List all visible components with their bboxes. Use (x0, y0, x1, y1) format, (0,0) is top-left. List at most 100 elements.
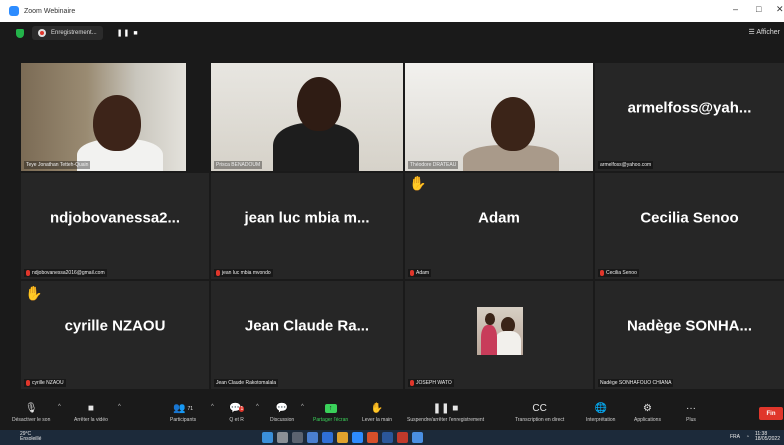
muted-mic-icon (410, 380, 414, 386)
pdf-icon[interactable] (397, 432, 408, 443)
qa-button[interactable]: 💬 1 Q et R (229, 402, 245, 423)
muted-mic-icon (26, 270, 30, 276)
profile-head-1 (485, 313, 495, 325)
raised-hand-icon: ✋ (409, 175, 427, 191)
muted-mic-icon (600, 270, 604, 276)
security-shield-icon (16, 28, 24, 38)
participants-options-caret[interactable]: ^ (211, 404, 214, 410)
recording-icon (38, 29, 46, 37)
video-options-caret[interactable]: ^ (118, 404, 121, 410)
participant-name-tag: Théodore DRATEAU (408, 161, 459, 169)
task-view-icon[interactable] (292, 432, 303, 443)
profile-picture (477, 307, 523, 355)
participant-name-tag: armelfoss@yahoo.com (598, 161, 654, 169)
pause-stop-icon: ❚❚ ■ (432, 403, 459, 414)
participants-icon: 👥 71 (173, 403, 194, 414)
thumb-tile-joseph[interactable]: JOSEPH WATO (405, 281, 593, 389)
maximize-button[interactable]: □ (756, 4, 761, 14)
more-button[interactable]: ··· Plus (686, 402, 696, 423)
end-meeting-button[interactable]: Fin (759, 407, 783, 420)
participant-name-tag: Teye Jonathan Tetteh-Quain (24, 161, 91, 169)
muted-mic-icon (26, 380, 30, 386)
zoom-app-icon[interactable] (352, 432, 363, 443)
clock[interactable]: 11:38 18/05/2022 (755, 432, 780, 442)
window-title: Zoom Webinaire (24, 7, 76, 15)
minimize-button[interactable]: – (733, 4, 738, 14)
office-icon[interactable] (367, 432, 378, 443)
raise-hand-button[interactable]: ✋ Lever la main (362, 402, 392, 423)
participant-head (491, 97, 535, 151)
mute-options-caret[interactable]: ^ (58, 404, 61, 410)
zoom-window: Zoom Webinaire – □ ✕ Enregistrement... ❚… (0, 0, 784, 445)
chat-app-icon[interactable] (307, 432, 318, 443)
participant-name-tag: Nadège SONHAFOUO CHIANA (598, 379, 674, 387)
app-icon[interactable] (412, 432, 423, 443)
live-transcript-button[interactable]: CC Transcription en direct (515, 402, 564, 423)
title-bar: Zoom Webinaire – □ ✕ (0, 0, 784, 22)
meeting-toolbar: 🎙 Désactiver le son ^ ■ Arrêter la vidéo… (0, 399, 784, 430)
video-camera-icon: ■ (87, 403, 94, 414)
recording-indicator: Enregistrement... (32, 26, 103, 40)
chat-button[interactable]: 💬 Discussion (270, 402, 294, 423)
view-button[interactable]: ☰ Afficher (749, 28, 780, 36)
wifi-icon[interactable]: ◔ (746, 434, 749, 440)
participant-display-name: ndjobovanessa2... (49, 209, 181, 227)
participant-display-name: jean luc mbia m... (244, 209, 370, 227)
more-dots-icon: ··· (686, 403, 696, 414)
interpretation-button[interactable]: 🌐 Interprétation (586, 402, 615, 423)
search-icon[interactable] (277, 432, 288, 443)
apps-button[interactable]: ⚙ Applications (634, 402, 661, 423)
system-tray: FRA ◔ 11:38 18/05/2022 (730, 432, 780, 442)
participant-display-name: Nadège SONHA... (626, 317, 753, 335)
participant-display-name: Jean Claude Ra... (244, 317, 370, 335)
name-tile-armel[interactable]: armelfoss@yah... armelfoss@yahoo.com (595, 63, 784, 171)
os-taskbar: 29°C Ensoleillé FRA ◔ 11:38 18/05/2022 (0, 430, 784, 445)
participant-display-name: cyrille NZAOU (64, 317, 166, 335)
edge-icon[interactable] (322, 432, 333, 443)
word-icon[interactable] (382, 432, 393, 443)
chat-options-caret[interactable]: ^ (301, 404, 304, 410)
name-tile-jeanclaude[interactable]: Jean Claude Ra... Jean Claude Rakotomala… (211, 281, 403, 389)
video-tile-teye[interactable]: Teye Jonathan Tetteh-Quain (21, 63, 186, 171)
name-tile-nadege[interactable]: Nadège SONHA... Nadège SONHAFOUO CHIANA (595, 281, 784, 389)
participant-name-tag: Adam (408, 269, 432, 277)
name-tile-cecilia[interactable]: Cecilia Senoo Cecilia Senoo (595, 173, 784, 279)
apps-icon: ⚙ (643, 403, 652, 414)
qa-options-caret[interactable]: ^ (256, 404, 259, 410)
participant-display-name: Cecilia Senoo (640, 209, 739, 227)
profile-body (495, 331, 521, 355)
zoom-logo-icon (9, 6, 19, 16)
participants-button[interactable]: 👥 71 Participants (170, 402, 196, 423)
participant-name-tag: Prisca BENADOUM (214, 161, 263, 169)
taskbar-apps (262, 432, 423, 443)
name-tile-ndjobo[interactable]: ndjobovanessa2... ndjobovanessa2016@gmai… (21, 173, 209, 279)
weather-widget[interactable]: 29°C Ensoleillé (20, 432, 41, 442)
muted-mic-icon (216, 270, 220, 276)
participant-name-tag: ndjobovanessa2016@gmail.com (24, 269, 107, 277)
microphone-icon: 🎙 (24, 403, 38, 414)
start-windows-icon[interactable] (262, 432, 273, 443)
globe-icon: 🌐 (594, 403, 607, 414)
name-tile-adam[interactable]: ✋ Adam Adam (405, 173, 593, 279)
recording-controls[interactable]: ❚❚ ■ (117, 29, 139, 37)
recording-control-button[interactable]: ❚❚ ■ Suspendre/arrêter l'enregistrement (407, 402, 484, 423)
name-tile-cyrille[interactable]: ✋ cyrille NZAOU cyrille NZAOU (21, 281, 209, 389)
share-screen-button[interactable]: ↑ Partager l'écran (313, 402, 348, 423)
raised-hand-icon: ✋ (25, 285, 43, 301)
closed-caption-icon: CC (532, 403, 547, 414)
video-tile-prisca[interactable]: Prisca BENADOUM (211, 63, 403, 171)
file-explorer-icon[interactable] (337, 432, 348, 443)
language-indicator[interactable]: FRA (730, 434, 740, 440)
profile-body-2 (481, 325, 497, 355)
participant-head (93, 95, 141, 151)
video-button[interactable]: ■ Arrêter la vidéo (74, 402, 108, 423)
participant-name-tag: Cecilia Senoo (598, 269, 639, 277)
video-tile-theodore[interactable]: Théodore DRATEAU (405, 63, 593, 171)
close-button[interactable]: ✕ (776, 4, 784, 15)
participant-name-tag: jean luc mbia mvondo (214, 269, 273, 277)
name-tile-jeanluc[interactable]: jean luc mbia m... jean luc mbia mvondo (211, 173, 403, 279)
muted-mic-icon (410, 270, 414, 276)
participant-name-tag: cyrille NZAOU (24, 379, 66, 387)
participant-head (297, 77, 341, 131)
mute-button[interactable]: 🎙 Désactiver le son (12, 402, 50, 423)
